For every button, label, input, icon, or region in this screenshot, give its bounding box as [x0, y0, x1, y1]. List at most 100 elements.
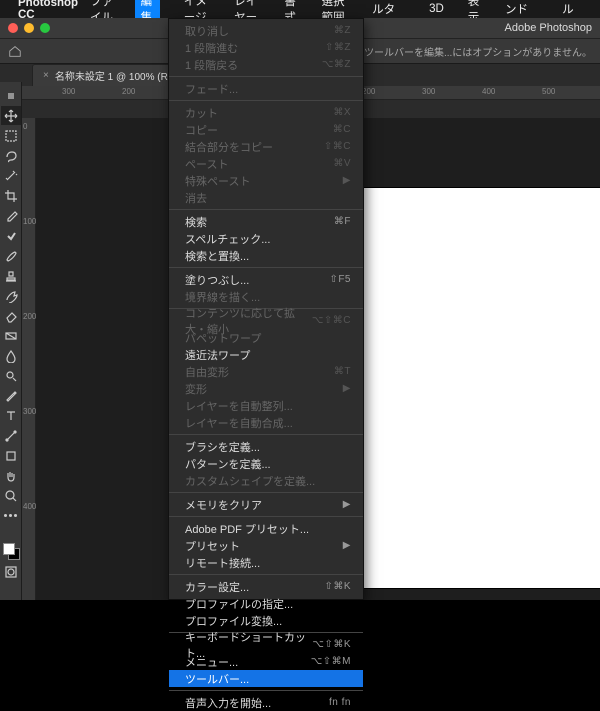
tool-type[interactable]	[1, 406, 21, 425]
menu-shortcut: ⌥⇧⌘C	[312, 315, 351, 326]
tool-lasso[interactable]	[1, 146, 21, 165]
color-swatches[interactable]	[1, 541, 21, 561]
window-title: Adobe Photoshop	[505, 22, 592, 34]
menu-separator	[169, 76, 363, 77]
menu-item-音声入力を開始[interactable]: 音声入力を開始...fn fn	[169, 694, 363, 711]
menu-item-境界線を描く: 境界線を描く...	[169, 288, 363, 305]
menu-item-メモリをクリア[interactable]: メモリをクリア ▶	[169, 496, 363, 513]
tool-move[interactable]	[1, 106, 21, 125]
menu-separator	[169, 100, 363, 101]
menu-shortcut: ⌘V	[333, 158, 351, 169]
tool-more[interactable]	[1, 506, 21, 525]
menu-item-プロファイル変換[interactable]: プロファイル変換...	[169, 612, 363, 629]
menu-item-キーボードショートカット[interactable]: キーボードショートカット...⌥⇧⌘K	[169, 636, 363, 653]
menu-item-label: レイヤーを自動合成...	[185, 415, 293, 431]
tool-pen[interactable]	[1, 386, 21, 405]
menu-item-スペルチェック[interactable]: スペルチェック...	[169, 230, 363, 247]
menu-item-label: カスタムシェイプを定義...	[185, 473, 315, 489]
tool-gradient[interactable]	[1, 326, 21, 345]
tool-wand[interactable]	[1, 166, 21, 185]
tool-path[interactable]	[1, 426, 21, 445]
tool-heal[interactable]	[1, 226, 21, 245]
menu-item-パターンを定義[interactable]: パターンを定義...	[169, 455, 363, 472]
menu-item-label: メモリをクリア	[185, 497, 262, 513]
menu-item-label: Adobe PDF プリセット...	[185, 521, 309, 537]
menu-item-label: 自由変形	[185, 364, 229, 380]
tool-dodge[interactable]	[1, 366, 21, 385]
menu-item-label: 検索と置換...	[185, 248, 249, 264]
menu-item-ブラシを定義[interactable]: ブラシを定義...	[169, 438, 363, 455]
menu-item-label: 変形	[185, 381, 207, 397]
minimize-window-button[interactable]	[24, 23, 34, 33]
menu-item-カスタムシェイプを定義: カスタムシェイプを定義...	[169, 472, 363, 489]
menu-item-ペースト: ペースト⌘V	[169, 155, 363, 172]
tool-zoom[interactable]	[1, 486, 21, 505]
close-window-button[interactable]	[8, 23, 18, 33]
menu-shortcut: ⇧⌘Z	[325, 42, 351, 53]
menu-item-label: フェード...	[185, 81, 238, 97]
submenu-arrow-icon: ▶	[343, 540, 351, 551]
menu-shortcut: ⌘X	[333, 107, 351, 118]
menu-separator	[169, 267, 363, 268]
menu-item-label: 遠近法ワープ	[185, 347, 250, 363]
menu-item-カラー設定[interactable]: カラー設定...⇧⌘K	[169, 578, 363, 595]
tool-crop[interactable]	[1, 186, 21, 205]
menu-separator	[169, 434, 363, 435]
menu-item-自由変形: 自由変形 ⌘T	[169, 363, 363, 380]
submenu-arrow-icon: ▶	[343, 175, 351, 186]
menu-item-AdobePDFプリセット[interactable]: Adobe PDF プリセット...	[169, 520, 363, 537]
ruler-vertical[interactable]: 0100200300400	[22, 118, 36, 600]
menu-item-特殊ペースト: 特殊ペースト▶	[169, 172, 363, 189]
menu-shortcut: ⌘T	[334, 366, 351, 377]
menu-item-label: プリセット	[185, 538, 240, 554]
tool-rect[interactable]	[1, 446, 21, 465]
menu-shortcut: ⇧⌘C	[324, 141, 351, 152]
menu-shortcut: ⌥⇧⌘K	[312, 639, 351, 650]
artboard[interactable]	[346, 188, 600, 588]
tool-stamp[interactable]	[1, 266, 21, 285]
menu-item-プリセット[interactable]: プリセット ▶	[169, 537, 363, 554]
menu-item-label: プロファイルの指定...	[185, 596, 293, 612]
menu-item-遠近法ワープ[interactable]: 遠近法ワープ	[169, 346, 363, 363]
menu-item-label: パターンを定義...	[185, 456, 271, 472]
close-tab-icon[interactable]: ×	[43, 70, 49, 81]
menu-item-変形: 変形▶	[169, 380, 363, 397]
tools-grab-handle[interactable]	[1, 86, 21, 105]
menu-item-コンテンツに応じて拡大・縮小: コンテンツに応じて拡大・縮小⌥⇧⌘C	[169, 312, 363, 329]
tool-hand[interactable]	[1, 466, 21, 485]
menu-item-リモート接続[interactable]: リモート接続...	[169, 554, 363, 571]
menu-item-label: 塗りつぶし...	[185, 272, 249, 288]
menu-item-label: 結合部分をコピー	[185, 139, 273, 155]
menu-item-ツールバー[interactable]: ツールバー...	[169, 670, 363, 687]
menu-item-label: 境界線を描く...	[185, 289, 260, 305]
tool-history[interactable]	[1, 286, 21, 305]
menu-item-label: 1 段階進む	[185, 40, 238, 56]
menu-item-塗りつぶし[interactable]: 塗りつぶし... ⇧F5	[169, 271, 363, 288]
tool-marquee[interactable]	[1, 126, 21, 145]
menu-3D[interactable]: 3D	[429, 3, 444, 15]
tool-eyedrop[interactable]	[1, 206, 21, 225]
zoom-window-button[interactable]	[40, 23, 50, 33]
menu-separator	[169, 690, 363, 691]
menu-item-プロファイルの指定[interactable]: プロファイルの指定...	[169, 595, 363, 612]
menu-item-label: コピー	[185, 122, 218, 138]
menu-item-label: スペルチェック...	[185, 231, 270, 247]
home-icon[interactable]	[8, 44, 22, 58]
tool-eraser[interactable]	[1, 306, 21, 325]
menu-shortcut: fn fn	[329, 697, 351, 708]
menu-shortcut: ⇧F5	[329, 274, 351, 285]
menu-item-コピー: コピー ⌘C	[169, 121, 363, 138]
menu-item-検索[interactable]: 検索⌘F	[169, 213, 363, 230]
menu-item-検索と置換[interactable]: 検索と置換...	[169, 247, 363, 264]
menu-shortcut: ⌘C	[333, 124, 351, 135]
tool-blur[interactable]	[1, 346, 21, 365]
menu-item-label: メニュー...	[185, 654, 238, 670]
tool-brush[interactable]	[1, 246, 21, 265]
submenu-arrow-icon: ▶	[343, 499, 351, 510]
menu-item-label: 消去	[185, 190, 207, 206]
menu-shortcut: ⌥⌘Z	[322, 59, 351, 70]
menu-item-label: プロファイル変換...	[185, 613, 282, 629]
menu-item-label: 取り消し	[185, 23, 229, 39]
quickmask-icon[interactable]	[1, 562, 21, 581]
menu-shortcut: ⌥⇧⌘M	[311, 656, 351, 667]
